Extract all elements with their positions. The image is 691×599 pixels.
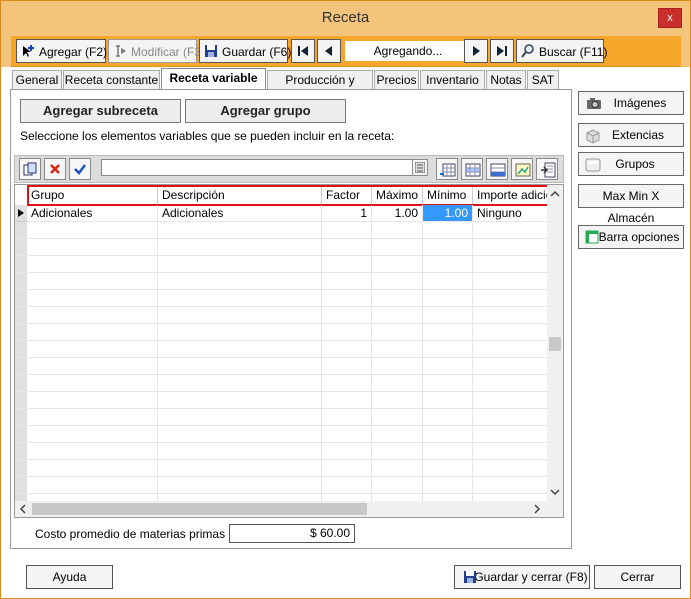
scroll-up-icon — [550, 190, 560, 197]
average-cost-value: $ 60.00 — [229, 524, 355, 543]
cell-factor[interactable]: 1 — [322, 205, 372, 222]
scroll-left-icon — [19, 504, 26, 514]
next-icon — [473, 46, 480, 56]
add-subrecipe-button[interactable]: Agregar subreceta — [20, 99, 181, 123]
options-bar-icon — [585, 230, 599, 244]
window-title: Receta — [321, 9, 370, 26]
barra-opciones-button[interactable]: Barra opciones — [578, 225, 684, 249]
floppy-disk-icon — [464, 571, 476, 583]
delete-row-button[interactable] — [44, 158, 66, 180]
agregar-label: Agregar (F2) — [39, 45, 108, 59]
header-highlight-box — [27, 185, 551, 206]
tab-general[interactable]: General — [12, 70, 62, 89]
camera-icon — [587, 98, 601, 109]
add-group-button[interactable]: Agregar grupo — [185, 99, 346, 123]
search-icon — [521, 44, 534, 58]
cerrar-button[interactable]: Cerrar — [594, 565, 681, 589]
vertical-scrollbar[interactable] — [547, 185, 563, 503]
existencias-label: Extencias — [611, 128, 665, 142]
first-icon — [298, 46, 308, 56]
copy-icon — [23, 162, 37, 176]
buscar-button[interactable]: Buscar (F11) — [516, 39, 608, 63]
grupos-icon — [585, 158, 601, 172]
imagenes-label: Imágenes — [613, 96, 667, 110]
existencias-button[interactable]: Extencias — [578, 123, 684, 147]
record-position-field[interactable]: 1 — [101, 159, 427, 176]
floppy-disk-icon — [205, 45, 217, 57]
main-toolbar: Agregar (F2) Modificar (F3) Guardar (F6)… — [11, 36, 681, 67]
scroll-right-icon — [534, 504, 541, 514]
guardar-button[interactable]: Guardar (F6) — [199, 39, 292, 63]
cell-importe-adicional[interactable]: Ninguno — [473, 205, 549, 222]
guardar-cerrar-button[interactable]: Guardar y cerrar (F8) — [454, 565, 590, 589]
horizontal-scrollbar[interactable] — [15, 501, 563, 517]
last-record-button[interactable] — [490, 39, 514, 63]
grid-append-icon — [490, 163, 506, 177]
grupos-label: Grupos — [615, 157, 655, 171]
grid-rows-icon — [465, 163, 481, 177]
tab-notas[interactable]: Notas — [486, 70, 526, 89]
next-record-button[interactable] — [464, 39, 488, 63]
add-icon — [23, 45, 34, 57]
picture-edit-icon — [515, 163, 531, 177]
guardar-cerrar-label: Guardar y cerrar (F8) — [474, 570, 588, 584]
scroll-down-icon — [550, 489, 560, 496]
variable-items-grid: Grupo Descripción Factor Máximo Mínimo I… — [14, 184, 564, 518]
column-lines — [15, 222, 549, 502]
copy-row-button[interactable] — [19, 158, 41, 180]
tab-sat[interactable]: SAT — [527, 70, 559, 89]
buscar-label: Buscar (F11) — [539, 45, 608, 59]
current-row-arrow-icon — [18, 209, 24, 217]
row-selector[interactable] — [15, 205, 27, 222]
append-row-button[interactable] — [486, 158, 508, 180]
box-icon — [586, 129, 600, 144]
edit-cursor-icon — [116, 45, 126, 57]
tab-receta-variable[interactable]: Receta variable — [161, 68, 266, 90]
average-cost-label: Costo promedio de materias primas — [35, 527, 226, 541]
insert-before-button[interactable] — [436, 158, 458, 180]
checkmark-icon — [74, 164, 86, 175]
guardar-label: Guardar (F6) — [222, 45, 292, 59]
close-button[interactable]: x — [658, 8, 682, 28]
export-icon — [541, 162, 556, 178]
first-record-button[interactable] — [291, 39, 315, 63]
previous-icon — [325, 46, 332, 56]
previous-record-button[interactable] — [317, 39, 341, 63]
last-icon — [497, 46, 507, 56]
edit-image-button[interactable] — [511, 158, 533, 180]
cell-descripcion[interactable]: Adicionales — [158, 205, 322, 222]
cell-maximo[interactable]: 1.00 — [372, 205, 423, 222]
max-min-almacen-button[interactable]: Max Min X Almacén — [578, 184, 684, 225]
export-button[interactable] — [536, 158, 558, 180]
modificar-button[interactable]: Modificar (F3) — [108, 39, 205, 63]
grupos-button[interactable]: Grupos — [578, 152, 684, 176]
tab-inventario[interactable]: Inventario — [420, 70, 485, 89]
grid-insert-icon — [440, 163, 456, 177]
horizontal-scroll-thumb[interactable] — [32, 503, 367, 515]
modificar-label: Modificar (F3) — [131, 45, 206, 59]
record-status: Agregando... — [345, 41, 471, 61]
calculator-icon — [415, 162, 425, 173]
imagenes-button[interactable]: Imágenes — [578, 91, 684, 115]
cell-grupo[interactable]: Adicionales — [27, 205, 158, 222]
tab-precios[interactable]: Precios — [374, 70, 419, 89]
grid-toolbar: 1 — [14, 155, 564, 183]
position-calculator-button[interactable] — [412, 159, 428, 176]
tab-receta-constante[interactable]: Receta constante — [63, 70, 160, 89]
insert-row-button[interactable] — [461, 158, 483, 180]
cell-minimo[interactable]: 1.00 — [423, 205, 473, 222]
tab-produccion-costos[interactable]: Producción y costos — [267, 70, 373, 106]
agregar-button[interactable]: Agregar (F2) — [16, 39, 108, 63]
ayuda-button[interactable]: Ayuda — [26, 565, 113, 589]
confirm-row-button[interactable] — [69, 158, 91, 180]
vertical-scroll-thumb[interactable] — [549, 337, 561, 351]
title-bar: Receta x — [1, 1, 690, 35]
delete-x-icon — [50, 164, 60, 174]
instructions-text: Seleccione los elementos variables que s… — [20, 129, 395, 143]
